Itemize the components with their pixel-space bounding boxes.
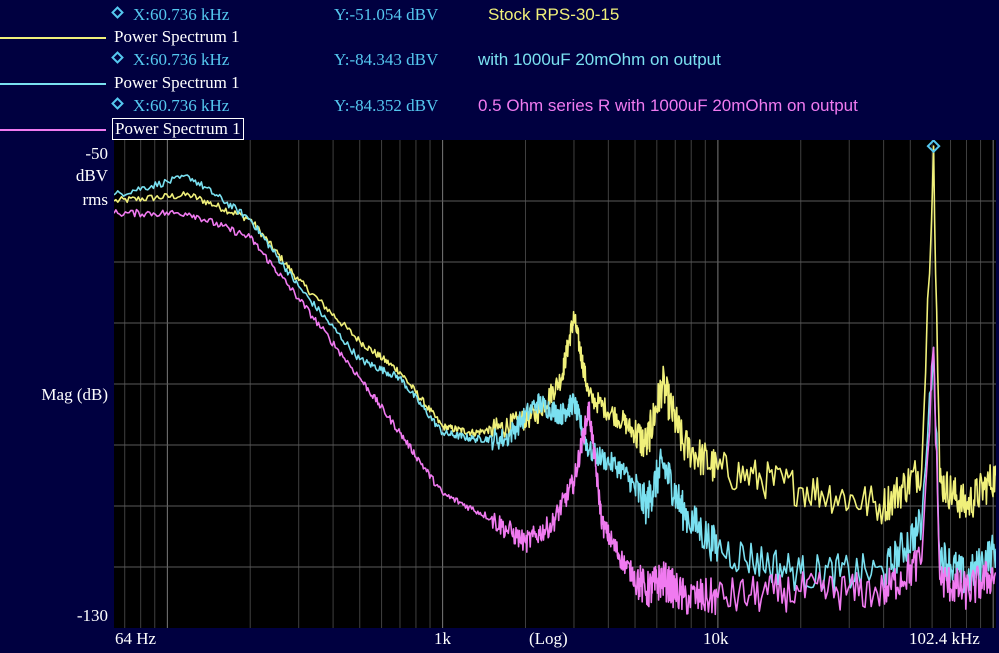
spectrum-plot[interactable] bbox=[114, 140, 996, 628]
trace-name: Power Spectrum 1 bbox=[114, 73, 240, 92]
trace-color-line bbox=[0, 83, 106, 85]
marker-y-readout: Y:-84.343 dBV bbox=[334, 50, 439, 69]
trace-description: 0.5 Ohm series R with 1000uF 20mOhm on o… bbox=[478, 96, 858, 115]
marker-row-1: X:60.736 kHz Y:-51.054 dBV Stock RPS-30-… bbox=[0, 5, 999, 27]
diamond-marker-icon bbox=[111, 97, 124, 110]
y-axis-unit-rms: rms bbox=[82, 190, 109, 209]
marker-x-readout: X:60.736 kHz bbox=[133, 96, 230, 115]
marker-y-readout: Y:-51.054 dBV bbox=[334, 5, 439, 24]
trace-legend-row-1[interactable]: Power Spectrum 1 bbox=[0, 27, 999, 49]
x-axis-10k-label: 10k bbox=[703, 629, 729, 648]
y-axis-unit-dbv: dBV bbox=[75, 166, 108, 185]
x-axis-left-label: 64 Hz bbox=[115, 629, 157, 648]
trace-name: Power Spectrum 1 bbox=[114, 27, 240, 46]
x-axis-right-label: 102.4 kHz bbox=[909, 629, 980, 648]
trace-name-selected: Power Spectrum 1 bbox=[112, 118, 244, 140]
trace-description: with 1000uF 20mOhm on output bbox=[478, 50, 721, 69]
trace-legend-row-3[interactable]: Power Spectrum 1 bbox=[0, 118, 999, 141]
x-axis-1k-label: 1k bbox=[434, 629, 451, 648]
y-axis-title: Mag (dB) bbox=[41, 385, 108, 404]
marker-row-2: X:60.736 kHz Y:-84.343 dBV with 1000uF 2… bbox=[0, 50, 999, 72]
y-axis-bottom-label: -130 bbox=[76, 606, 108, 625]
y-axis-top-label: -50 bbox=[85, 144, 108, 163]
diamond-marker-icon bbox=[111, 6, 124, 19]
marker-y-readout: Y:-84.352 dBV bbox=[334, 96, 439, 115]
marker-row-3: X:60.736 kHz Y:-84.352 dBV 0.5 Ohm serie… bbox=[0, 96, 999, 118]
x-axis-scale-label: (Log) bbox=[529, 629, 568, 648]
trace-color-line bbox=[0, 129, 106, 131]
diamond-marker-icon bbox=[111, 51, 124, 64]
marker-x-readout: X:60.736 kHz bbox=[133, 50, 230, 69]
trace-color-line bbox=[0, 37, 106, 39]
trace-legend-row-2[interactable]: Power Spectrum 1 bbox=[0, 73, 999, 95]
marker-x-readout: X:60.736 kHz bbox=[133, 5, 230, 24]
trace-description: Stock RPS-30-15 bbox=[488, 5, 620, 24]
